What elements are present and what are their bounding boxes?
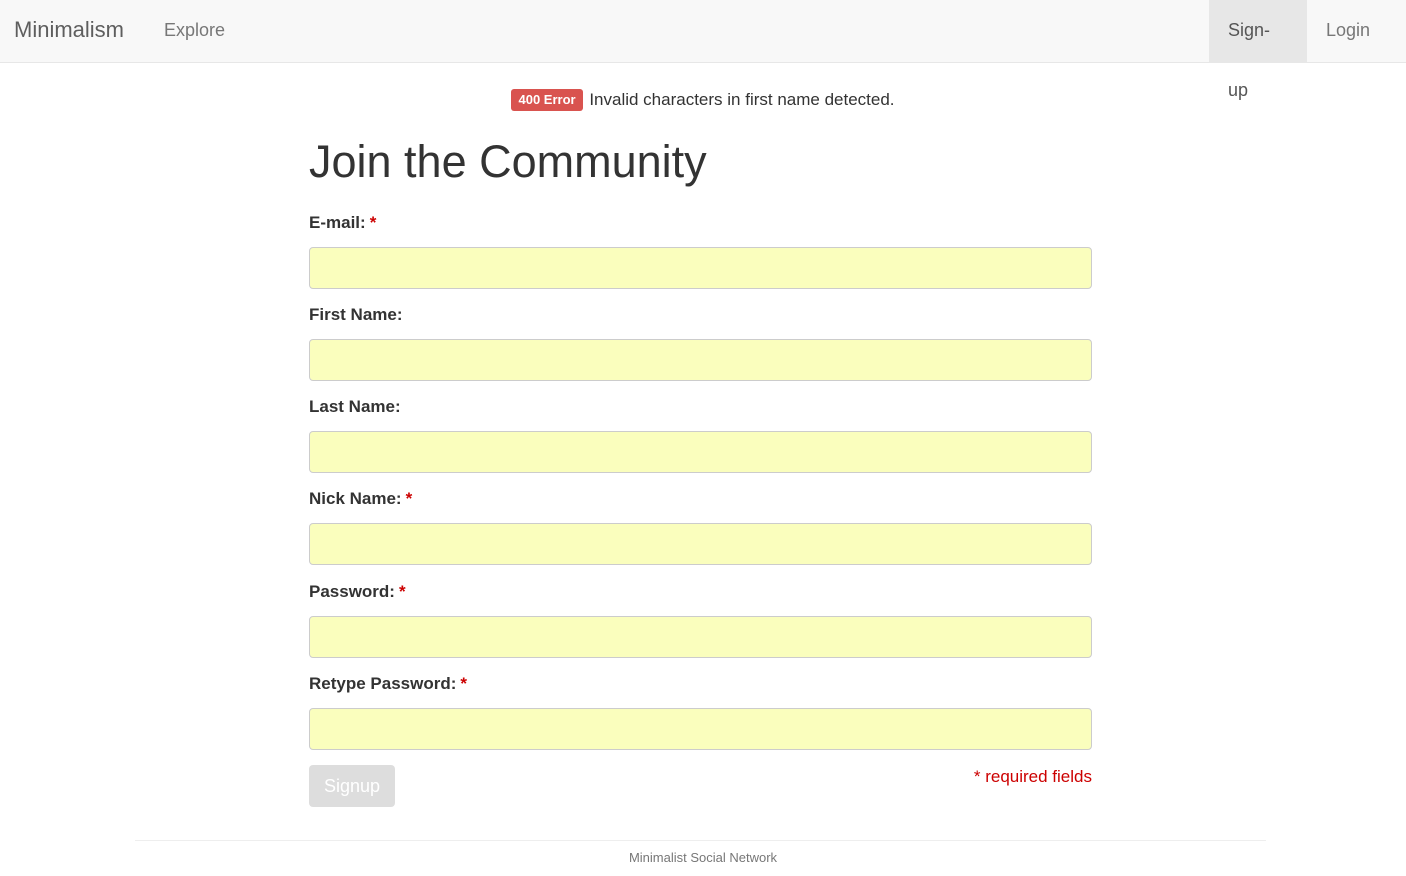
footer-divider (135, 840, 1266, 841)
email-label: E-mail: * (309, 213, 377, 232)
first-name-field[interactable] (309, 339, 1092, 381)
nick-name-field-group: Nick Name: * (309, 488, 1092, 565)
signup-button[interactable]: Signup (309, 765, 395, 807)
password-label: Password: * (309, 582, 406, 601)
nav-explore-link[interactable]: Explore (145, 0, 244, 62)
email-field[interactable] (309, 247, 1092, 289)
page-title: Join the Community (309, 136, 707, 187)
first-name-label: First Name: (309, 305, 403, 324)
required-asterisk: * (369, 213, 377, 232)
last-name-label: Last Name: (309, 397, 401, 416)
first-name-field-group: First Name: (309, 304, 1092, 381)
nav-login-link[interactable]: Login (1307, 0, 1389, 62)
required-asterisk: * (405, 489, 413, 508)
error-message: Invalid characters in first name detecte… (589, 90, 895, 109)
required-asterisk: * (460, 674, 468, 693)
nav-signup-link[interactable]: Sign-up (1209, 0, 1307, 100)
password-field[interactable] (309, 616, 1092, 658)
error-badge: 400 Error (511, 89, 583, 111)
navbar: Minimalism Explore Sign-up Login (0, 0, 1406, 100)
required-fields-note: * required fields (973, 767, 1092, 786)
retype-password-label: Retype Password: * (309, 674, 468, 693)
last-name-field[interactable] (309, 431, 1092, 473)
retype-password-field[interactable] (309, 708, 1092, 750)
retype-password-field-group: Retype Password: * (309, 673, 1092, 750)
last-name-field-group: Last Name: (309, 396, 1092, 473)
required-asterisk: * (398, 582, 406, 601)
signup-form: Join the Community E-mail: * First Name: … (309, 134, 1092, 807)
email-field-group: E-mail: * (309, 212, 1092, 289)
brand-link[interactable]: Minimalism (14, 16, 124, 44)
footer-text: Minimalist Social Network (628, 850, 778, 865)
error-alert: 400 Error Invalid characters in first na… (0, 88, 1406, 112)
password-field-group: Password: * (309, 581, 1092, 658)
nick-name-label: Nick Name: * (309, 489, 413, 508)
nick-name-field[interactable] (309, 523, 1092, 565)
